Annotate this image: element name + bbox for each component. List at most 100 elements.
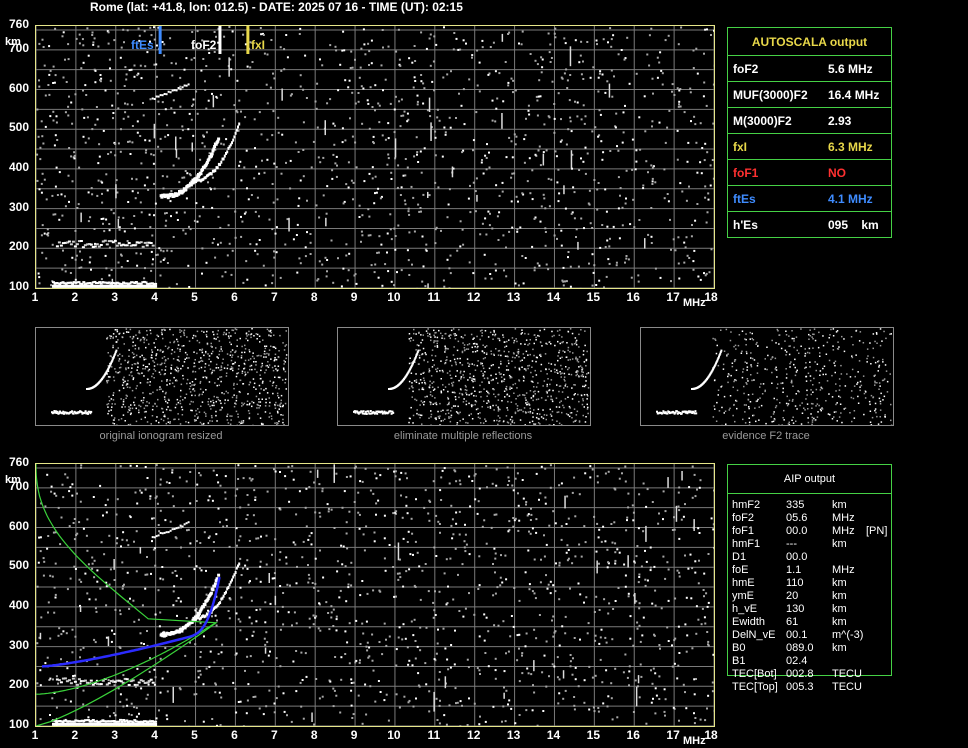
noise-dot (485, 345, 488, 347)
noise-dot (477, 360, 479, 362)
noise-dot (408, 213, 411, 216)
noise-dot (423, 401, 426, 403)
noise-dot (528, 157, 531, 160)
noise-dot (409, 553, 412, 556)
noise-dot (250, 333, 253, 335)
noise-dot (785, 330, 787, 332)
noise-dot (561, 356, 563, 359)
noise-dot (80, 266, 83, 269)
autoscala-value: 4.1 MHz (828, 192, 873, 206)
echo-point (151, 244, 155, 247)
noise-dot (764, 358, 766, 360)
noise-dot (273, 256, 276, 259)
noise-dot (811, 423, 813, 426)
noise-dot (713, 29, 714, 32)
noise-dot (480, 391, 482, 393)
noise-dot (555, 406, 558, 408)
noise-dot (751, 379, 753, 382)
x-tick-label: 4 (151, 290, 158, 304)
noise-dot (181, 125, 184, 128)
noise-dot (205, 261, 208, 264)
noise-dot (545, 263, 548, 266)
echo-point (71, 282, 75, 285)
noise-dot (155, 358, 157, 360)
noise-dot (265, 345, 268, 347)
noise-dot (506, 340, 508, 343)
noise-dot (154, 346, 156, 349)
autoscala-value: 16.4 MHz (828, 88, 880, 102)
noise-dot (381, 287, 384, 288)
noise-dot (259, 417, 262, 419)
noise-dot (39, 158, 42, 161)
noise-dot (133, 75, 136, 78)
noise-dot (153, 365, 156, 367)
noise-dot (535, 336, 537, 339)
noise-dot (550, 379, 553, 381)
noise-dot (458, 379, 460, 382)
noise-dot (563, 37, 566, 40)
noise-dot (650, 207, 653, 209)
noise-dot (535, 398, 538, 401)
noise-dot (477, 413, 479, 415)
noise-dot (299, 179, 302, 182)
noise-dot (106, 381, 109, 384)
noise-dot (654, 181, 657, 184)
noise-dot (420, 400, 423, 402)
noise-dot (255, 395, 258, 398)
noise-dot (791, 330, 793, 332)
noise-dot (617, 207, 620, 210)
noise-dot (875, 332, 878, 334)
noise-dot (127, 367, 130, 369)
noise-dot (545, 418, 547, 421)
noise-dot (421, 280, 424, 283)
noise-dot (122, 414, 125, 416)
noise-dot (176, 380, 178, 382)
noise-dot (523, 161, 526, 164)
noise-dot (255, 361, 257, 363)
noise-dot (390, 178, 393, 180)
noise-dot (695, 141, 698, 144)
noise-dot (793, 346, 795, 349)
noise-dot (536, 99, 539, 102)
noise-dot (110, 398, 113, 400)
noise-dot (270, 329, 272, 332)
noise-dot (217, 378, 219, 380)
noise-dot (270, 358, 272, 360)
noise-dot (618, 551, 621, 554)
noise-dot (529, 353, 531, 356)
noise-dot (664, 510, 667, 513)
noise-dot (223, 331, 225, 334)
noise-dot (456, 370, 458, 372)
noise-dot (419, 649, 422, 652)
noise-dot (151, 415, 154, 417)
noise-dot (379, 197, 382, 200)
noise-dot (155, 338, 157, 340)
noise-dot (418, 354, 421, 357)
noise-dot (129, 597, 131, 600)
noise-dot (562, 266, 565, 269)
noise-dot (511, 416, 513, 418)
noise-dot (774, 368, 777, 370)
noise-dot (157, 145, 160, 148)
noise-dot (95, 106, 98, 108)
noise-dot (53, 492, 56, 495)
noise-dot (498, 339, 501, 342)
noise-dot (587, 372, 590, 374)
noise-dot (306, 199, 308, 202)
noise-dot (120, 418, 123, 420)
noise-dot (504, 396, 506, 398)
echo-point (680, 412, 683, 415)
noise-dot (121, 336, 123, 338)
noise-dot (435, 368, 437, 371)
noise-dot (512, 79, 515, 82)
noise-dot (544, 502, 547, 505)
noise-dot (536, 413, 539, 415)
noise-dot (464, 334, 466, 336)
noise-dot (317, 156, 320, 159)
noise-dot (399, 558, 401, 561)
noise-dot (735, 348, 737, 350)
noise-dot (778, 343, 780, 345)
noise-dot (316, 126, 319, 129)
noise-dot (730, 374, 732, 377)
noise-dot (586, 350, 588, 353)
